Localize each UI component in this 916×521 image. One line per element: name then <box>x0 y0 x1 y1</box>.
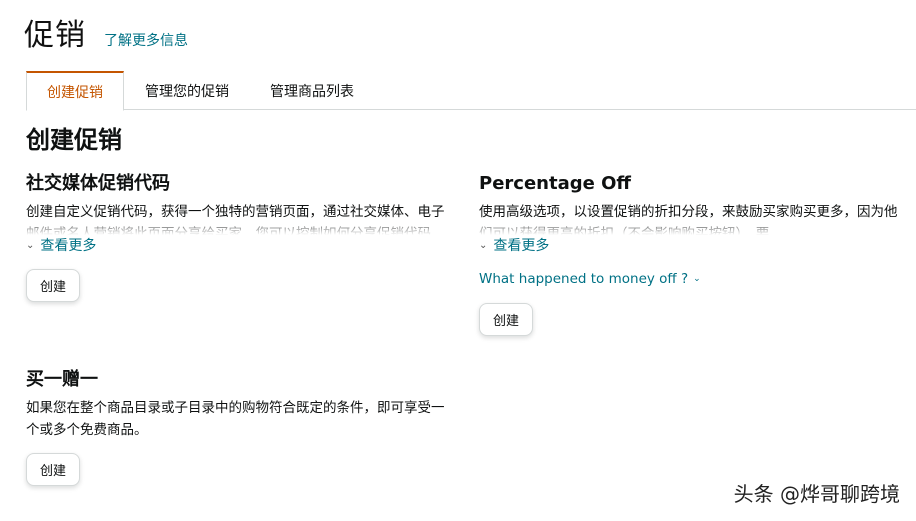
card-title: 社交媒体促销代码 <box>26 173 170 194</box>
create-button[interactable]: 创建 <box>479 303 534 336</box>
card-title: 买一赠一 <box>26 369 98 390</box>
watermark: 头条 @烨哥聊跨境 <box>733 482 900 506</box>
card-title: Percentage Off <box>479 173 631 194</box>
tab-manage-product-list[interactable]: 管理商品列表 <box>250 71 374 110</box>
card-description: 创建自定义促销代码，获得一个独特的营销页面，通过社交媒体、电子邮件或名人营销将此… <box>26 201 446 235</box>
page-header: 促销 了解更多信息 <box>24 10 188 54</box>
card-description: 使用高级选项，以设置促销的折扣分段，来鼓励买家购买更多，因为他们可以获得更高的折… <box>479 201 899 235</box>
create-button[interactable]: 创建 <box>26 453 81 486</box>
learn-more-link[interactable]: 了解更多信息 <box>104 30 188 50</box>
social-media-promo-card: 社交媒体促销代码 创建自定义促销代码，获得一个独特的营销页面，通过社交媒体、电子… <box>26 173 446 302</box>
tab-manage-promotions[interactable]: 管理您的促销 <box>125 71 249 110</box>
see-more-link[interactable]: ⌄ 查看更多 <box>479 235 899 255</box>
see-more-label: 查看更多 <box>40 238 97 254</box>
tab-create-promotion[interactable]: 创建促销 <box>26 71 124 111</box>
chevron-down-icon: ⌄ <box>479 239 488 251</box>
promotion-tabs: 创建促销 管理您的促销 管理商品列表 <box>26 71 916 111</box>
card-description: 如果您在整个商品目录或子目录中的购物符合既定的条件，即可享受一个或多个免费商品。 <box>26 400 445 438</box>
create-button[interactable]: 创建 <box>26 269 81 302</box>
page-title: 促销 <box>24 18 86 53</box>
see-more-label: 查看更多 <box>493 238 550 254</box>
buy-one-get-one-card: 买一赠一 如果您在整个商品目录或子目录中的购物符合既定的条件，即可享受一个或多个… <box>26 369 446 486</box>
section-title: 创建促销 <box>26 126 122 154</box>
chevron-down-icon: ⌄ <box>26 239 35 251</box>
percentage-off-card: Percentage Off 使用高级选项，以设置促销的折扣分段，来鼓励买家购买… <box>479 173 899 336</box>
what-happened-label: What happened to money off ? <box>479 271 689 287</box>
what-happened-link[interactable]: What happened to money off ? ⌄ <box>479 271 899 287</box>
chevron-down-icon: ⌄ <box>693 274 701 284</box>
see-more-link[interactable]: ⌄ 查看更多 <box>26 235 446 255</box>
